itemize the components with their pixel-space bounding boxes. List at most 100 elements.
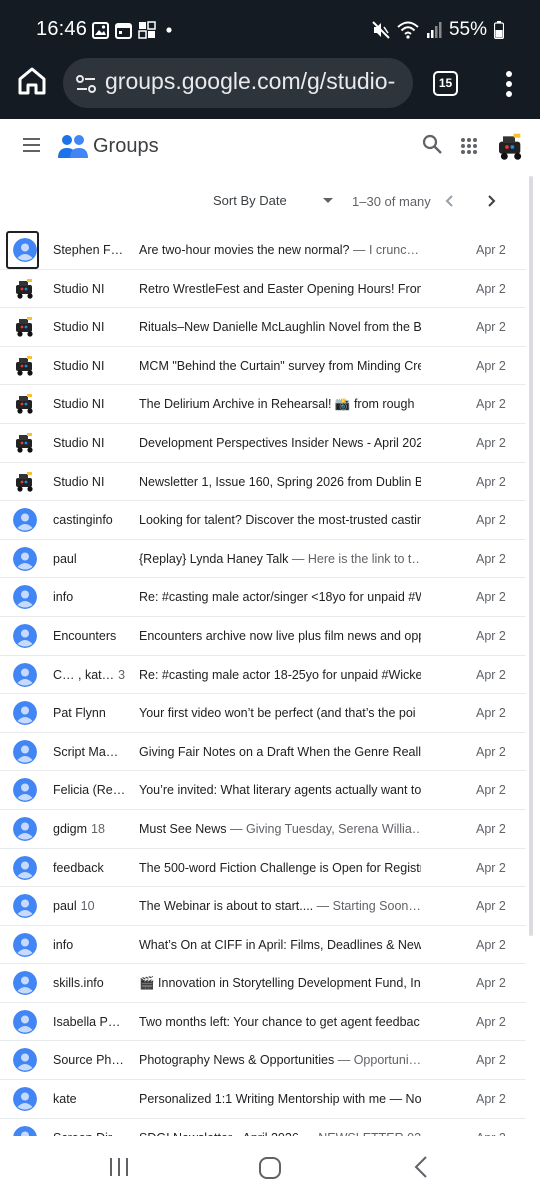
sender-label: skills.info <box>53 976 104 991</box>
conversation-row[interactable]: Isabella P… Two months left: Your chance … <box>0 1003 526 1042</box>
cart-avatar-icon[interactable] <box>13 315 37 339</box>
sender-name: Studio NI <box>53 475 133 489</box>
person-avatar-icon[interactable] <box>13 778 37 803</box>
subject-text: Looking for talent? Discover the most-tr… <box>139 513 421 528</box>
subject-text: MCM "Behind the Curtain" survey from Min… <box>139 358 421 373</box>
subject-text: What’s On at CIFF in April: Films, Deadl… <box>139 937 421 952</box>
subject-line: Newsletter 1, Issue 160, Spring 2026 fro… <box>139 475 421 489</box>
back-icon[interactable] <box>412 1155 430 1179</box>
date-label: Apr 2 <box>476 513 506 528</box>
conversation-row[interactable]: Screen Dir…SDGI Newsletter - April 2026 … <box>0 1119 526 1136</box>
dot-icon <box>166 27 172 33</box>
person-avatar-icon[interactable] <box>13 816 37 841</box>
menu-icon[interactable] <box>22 136 42 154</box>
sender-label: kate <box>53 1092 77 1107</box>
person-avatar-icon[interactable] <box>13 932 37 957</box>
conversation-row[interactable]: Studio NI Rituals–New Danielle McLaughlin… <box>0 308 526 347</box>
wifi-icon <box>397 21 419 39</box>
date-label: Apr 2 <box>476 667 506 682</box>
subject-line: {Replay} Lynda Haney Talk — Here is the … <box>139 552 421 566</box>
subject-line: Looking for talent? Discover the most-tr… <box>139 513 421 527</box>
home-nav-icon[interactable] <box>258 1156 282 1180</box>
conversation-row[interactable]: feedback The 500-word Fiction Challenge i… <box>0 849 526 888</box>
subject-line: Two months left: Your chance to get agen… <box>139 1015 421 1029</box>
cart-avatar-icon[interactable] <box>13 277 37 301</box>
tab-count-button[interactable]: 15 <box>433 71 458 96</box>
sender-name: castinginfo <box>53 513 133 527</box>
conversation-row[interactable]: paul {Replay} Lynda Haney Talk — Here is … <box>0 540 526 579</box>
conversation-row[interactable]: Studio NI Newsletter 1, Issue 160, Spring… <box>0 463 526 502</box>
apps-grid-icon[interactable] <box>460 137 478 155</box>
cart-avatar-icon[interactable] <box>13 470 37 494</box>
conversation-row[interactable]: kate Personalized 1:1 Writing Mentorship … <box>0 1080 526 1119</box>
person-avatar-icon[interactable] <box>13 238 37 262</box>
person-avatar-icon[interactable] <box>13 623 37 648</box>
app-title[interactable]: Groups <box>93 135 159 158</box>
subject-text: Photography News & Opportunities <box>139 1053 335 1068</box>
conversation-row[interactable]: castinginfo Looking for talent? Discover … <box>0 501 526 540</box>
chevron-left-icon[interactable] <box>442 193 458 209</box>
groups-logo-icon[interactable] <box>57 132 89 162</box>
person-avatar-icon[interactable] <box>13 662 37 687</box>
snippet-text: — Opportuni… <box>334 1053 421 1068</box>
sort-dropdown[interactable]: Sort By Date <box>213 193 287 208</box>
conversation-row[interactable]: Studio NI Development Perspectives Inside… <box>0 424 526 463</box>
notification-icons <box>92 21 176 39</box>
person-avatar-icon[interactable] <box>13 546 37 571</box>
person-avatar-icon[interactable] <box>13 585 37 610</box>
date-label: Apr 2 <box>476 551 506 566</box>
conversation-row[interactable]: Studio NI Retro WrestleFest and Easter Op… <box>0 270 526 309</box>
person-avatar-icon[interactable] <box>13 855 37 880</box>
mute-icon <box>372 21 390 39</box>
account-avatar[interactable] <box>495 131 527 163</box>
search-icon[interactable] <box>422 134 444 156</box>
person-avatar-icon[interactable] <box>13 894 37 919</box>
date-label: Apr 2 <box>476 320 506 335</box>
person-avatar-icon[interactable] <box>13 1009 37 1034</box>
chevron-right-icon[interactable] <box>483 193 499 209</box>
date-label: Apr 2 <box>476 744 506 759</box>
scrollbar[interactable] <box>529 176 533 936</box>
sender-name: Studio NI <box>53 320 133 334</box>
conversation-row[interactable]: info What’s On at CIFF in April: Films, D… <box>0 926 526 965</box>
more-vert-icon[interactable] <box>498 68 520 100</box>
conversation-row[interactable]: skills.info 🎬 Innovation in Storytelling … <box>0 964 526 1003</box>
subject-line: Personalized 1:1 Writing Mentorship with… <box>139 1092 421 1106</box>
conversation-row[interactable]: Studio NI MCM "Behind the Curtain" survey… <box>0 347 526 386</box>
subject-line: Giving Fair Notes on a Draft When the Ge… <box>139 745 421 759</box>
conversation-row[interactable]: Script Ma… Giving Fair Notes on a Draft W… <box>0 733 526 772</box>
cart-avatar-icon[interactable] <box>13 431 37 455</box>
conversation-row[interactable]: Felicia (Re… You’re invited: What literar… <box>0 771 526 810</box>
subject-line: MCM "Behind the Curtain" survey from Min… <box>139 359 421 373</box>
conversation-row[interactable]: Source Ph… Photography News & Opportuniti… <box>0 1041 526 1081</box>
conversation-row[interactable]: C… , kat… 3 Re: #casting male actor 18-25y… <box>0 656 526 695</box>
cart-avatar-icon[interactable] <box>13 354 37 378</box>
sender-name: paul <box>53 552 133 566</box>
status-time: 16:46 <box>36 18 88 40</box>
conversation-row[interactable]: Pat Flynn Your first video won’t be perfe… <box>0 694 526 733</box>
conversation-row[interactable]: info Re: #casting male actor/singer <18yo… <box>0 578 526 617</box>
person-avatar-icon[interactable] <box>13 739 37 764</box>
conversation-row[interactable]: Stephen F… Are two-hour movies the new no… <box>0 231 526 270</box>
cart-avatar-icon[interactable] <box>13 392 37 416</box>
person-avatar-icon[interactable] <box>13 701 37 726</box>
address-bar[interactable]: groups.google.com/g/studio- <box>63 58 413 108</box>
person-avatar-icon[interactable] <box>13 1087 37 1112</box>
recents-icon[interactable] <box>108 1156 130 1178</box>
conversation-row[interactable]: gdigm 18 Must See News — Giving Tuesday, S… <box>0 810 526 849</box>
person-avatar-icon[interactable] <box>13 1048 37 1073</box>
site-settings-icon[interactable] <box>75 73 97 95</box>
url-text: groups.google.com/g/studio- <box>105 68 396 94</box>
conversation-row[interactable]: Encounters Encounters archive now live pl… <box>0 617 526 656</box>
conversation-row[interactable]: paul 10 The Webinar is about to start.... … <box>0 887 526 926</box>
person-avatar-icon[interactable] <box>13 1125 37 1136</box>
person-avatar-icon[interactable] <box>13 971 37 996</box>
date-label: Apr 2 <box>476 243 506 257</box>
home-icon[interactable] <box>16 66 48 96</box>
subject-line: What’s On at CIFF in April: Films, Deadl… <box>139 938 421 952</box>
person-avatar-icon[interactable] <box>13 508 37 533</box>
android-nav-bar <box>0 1136 540 1199</box>
dropdown-arrow-icon[interactable] <box>323 198 333 203</box>
sender-label: Felicia (Re… <box>53 783 126 798</box>
conversation-row[interactable]: Studio NI The Delirium Archive in Rehears… <box>0 385 526 424</box>
